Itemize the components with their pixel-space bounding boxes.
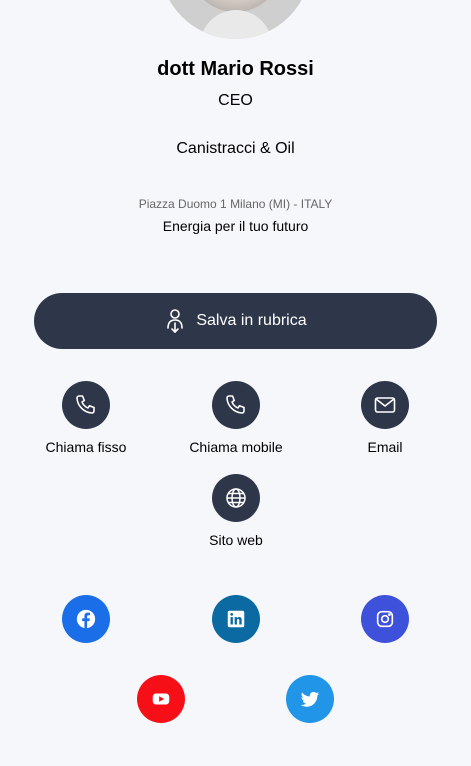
save-contact-label: Salva in rubrica — [196, 312, 307, 329]
mail-icon — [374, 397, 396, 413]
website-circle — [212, 474, 260, 522]
globe-icon — [226, 488, 246, 508]
instagram-icon — [376, 610, 394, 628]
profile-avatar — [160, 0, 311, 39]
email-label: Email — [367, 439, 403, 455]
linkedin-button[interactable] — [212, 595, 260, 643]
profile-company: Canistracci & Oil — [176, 140, 295, 157]
youtube-icon — [152, 693, 170, 705]
avatar-collar — [200, 10, 272, 39]
call-mobile-circle — [212, 381, 260, 429]
save-contact-button[interactable]: Salva in rubrica — [34, 293, 437, 349]
add-contact-icon — [167, 309, 184, 333]
call-landline-button[interactable]: Chiama fisso — [11, 381, 161, 455]
youtube-button[interactable] — [137, 675, 185, 723]
profile-slogan: Energia per il tuo futuro — [162, 218, 309, 234]
profile-role: CEO — [218, 92, 253, 109]
twitter-icon — [300, 691, 320, 707]
email-button[interactable]: Email — [310, 381, 460, 455]
phone-icon — [226, 395, 245, 414]
instagram-button[interactable] — [361, 595, 409, 643]
facebook-icon — [76, 609, 96, 629]
profile-name: dott Mario Rossi — [157, 58, 314, 80]
email-circle — [361, 381, 409, 429]
call-landline-label: Chiama fisso — [45, 439, 127, 455]
call-mobile-button[interactable]: Chiama mobile — [161, 381, 311, 455]
website-button[interactable]: Sito web — [161, 474, 311, 548]
twitter-button[interactable] — [286, 675, 334, 723]
call-landline-circle — [62, 381, 110, 429]
linkedin-icon — [227, 610, 245, 628]
facebook-button[interactable] — [62, 595, 110, 643]
call-mobile-label: Chiama mobile — [189, 439, 283, 455]
phone-icon — [76, 395, 95, 414]
profile-address: Piazza Duomo 1 Milano (MI) - ITALY — [138, 197, 333, 211]
website-label: Sito web — [209, 532, 263, 548]
